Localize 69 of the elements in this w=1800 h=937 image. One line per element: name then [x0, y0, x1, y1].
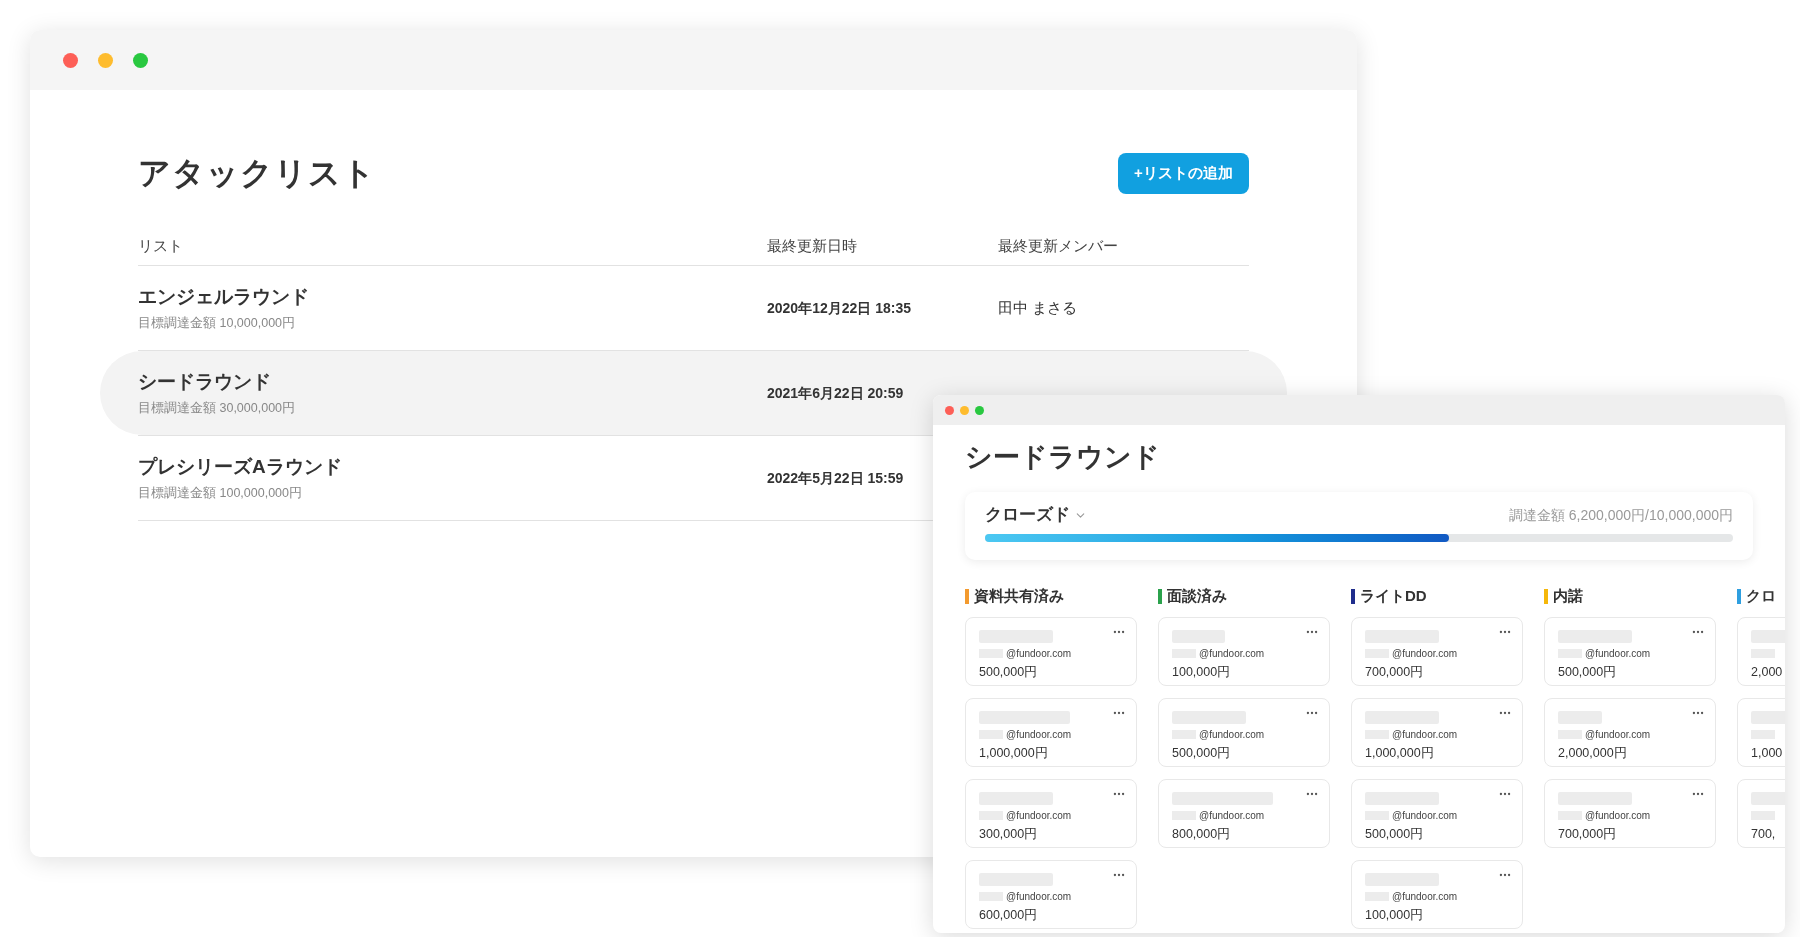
email-domain: @fundoor.com — [1006, 728, 1072, 742]
email-domain: @fundoor.com — [1585, 809, 1651, 823]
deal-card[interactable]: @fundoor.com 300,000円 — [965, 779, 1137, 848]
column-header: リスト — [138, 235, 184, 256]
deal-card[interactable]: @fundoor.com 1,000,000円 — [965, 698, 1137, 767]
email-domain: @fundoor.com — [1199, 647, 1265, 661]
column-header: 最終更新日時 — [767, 235, 858, 256]
target-amount: 目標調達金額 30,000,000円 — [138, 400, 297, 418]
deal-card[interactable]: @fundoor.com 500,000円 — [1351, 779, 1523, 848]
raised-amount: 調達金額 6,200,000円/10,000,000円 — [1508, 505, 1733, 525]
amount: 700,000円 — [1365, 664, 1425, 681]
amount: 1,000,000円 — [1365, 745, 1435, 762]
deal-card[interactable]: @fundoor.com 1,000,000円 — [1351, 698, 1523, 767]
email-domain: @fundoor.com — [1392, 647, 1458, 661]
email-domain: @fundoor.com — [1392, 809, 1458, 823]
stage-label: クロ — [1746, 586, 1776, 606]
email-domain: @fundoor.com — [1585, 647, 1651, 661]
deal-card[interactable]: @fundoor.com 100,000円 — [1351, 860, 1523, 929]
email-domain: @fundoor.com — [1392, 890, 1458, 904]
target-amount: 目標調達金額 10,000,000円 — [138, 315, 297, 333]
amount: 2,000 — [1751, 664, 1784, 681]
deal-card[interactable]: 700, — [1737, 779, 1785, 848]
amount: 700,000円 — [1558, 826, 1618, 843]
page-title: アタックリスト — [138, 154, 376, 193]
email-domain: @fundoor.com — [1392, 728, 1458, 742]
list-name: エンジェルラウンド — [138, 284, 310, 309]
updated-time: 2022年5月22日 15:59 — [767, 470, 904, 486]
email-domain: @fundoor.com — [1006, 890, 1072, 904]
email-domain: @fundoor.com — [1006, 809, 1072, 823]
amount: 2,000,000円 — [1558, 745, 1628, 762]
deal-card[interactable]: @fundoor.com 500,000円 — [1544, 617, 1716, 686]
amount: 1,000,000円 — [979, 745, 1049, 762]
stage-label: 内諾 — [1553, 585, 1583, 606]
deal-card[interactable]: 2,000 — [1737, 617, 1785, 686]
updated-time: 2021年6月22日 20:59 — [767, 385, 904, 401]
list-name: プレシリーズAラウンド — [138, 454, 343, 479]
deal-card[interactable]: @fundoor.com 800,000円 — [1158, 779, 1330, 848]
amount: 600,000円 — [979, 907, 1039, 924]
deal-card[interactable]: @fundoor.com 500,000円 — [965, 617, 1137, 686]
deal-card[interactable]: @fundoor.com 100,000円 — [1158, 617, 1330, 686]
deal-card[interactable]: @fundoor.com 500,000円 — [1158, 698, 1330, 767]
amount: 1,000 — [1751, 745, 1784, 762]
deal-card[interactable]: @fundoor.com 600,000円 — [965, 860, 1137, 929]
member-name: 田中 まさる — [998, 297, 1078, 318]
deal-card[interactable]: @fundoor.com 700,000円 — [1351, 617, 1523, 686]
email-domain: @fundoor.com — [1585, 728, 1651, 742]
amount: 500,000円 — [1365, 826, 1425, 843]
deal-card[interactable]: 1,000 — [1737, 698, 1785, 767]
column-header: 最終更新メンバー — [998, 235, 1118, 256]
stage-label: ライトDD — [1360, 585, 1427, 606]
updated-time: 2020年12月22日 18:35 — [767, 300, 911, 316]
amount: 500,000円 — [979, 664, 1039, 681]
stage-label: 資料共有済み — [974, 585, 1064, 606]
amount: 100,000円 — [1365, 907, 1425, 924]
amount: 100,000円 — [1172, 664, 1232, 681]
deal-card[interactable]: @fundoor.com 2,000,000円 — [1544, 698, 1716, 767]
list-name: シードラウンド — [138, 369, 272, 394]
round-title: シードラウンド — [965, 441, 1161, 474]
amount: 300,000円 — [979, 826, 1039, 843]
amount: 500,000円 — [1558, 664, 1618, 681]
amount: 500,000円 — [1172, 745, 1232, 762]
amount: 700, — [1751, 826, 1777, 843]
email-domain: @fundoor.com — [1199, 728, 1265, 742]
stage-label: 面談済み — [1167, 585, 1227, 606]
email-domain: @fundoor.com — [1199, 809, 1265, 823]
target-amount: 目標調達金額 100,000,000円 — [138, 485, 303, 503]
email-domain: @fundoor.com — [1006, 647, 1072, 661]
amount: 800,000円 — [1172, 826, 1232, 843]
deal-card[interactable]: @fundoor.com 700,000円 — [1544, 779, 1716, 848]
